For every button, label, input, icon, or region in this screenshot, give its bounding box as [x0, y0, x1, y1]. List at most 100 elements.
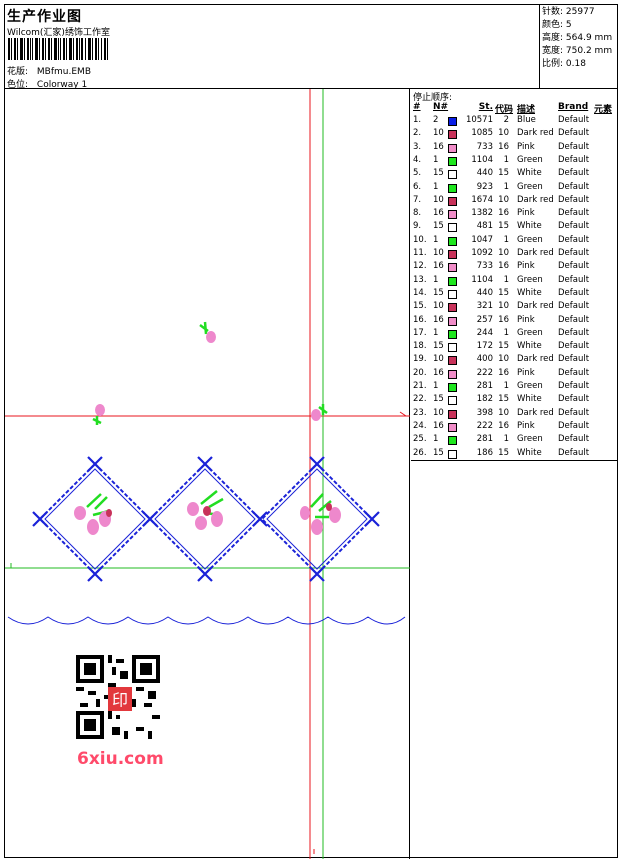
row-code: 16: [498, 261, 509, 272]
color-swatch: [448, 409, 457, 419]
color-swatch: [448, 449, 457, 459]
row-code: 1: [503, 381, 509, 391]
row-index: 18.: [413, 341, 427, 352]
row-stitches: 186: [476, 447, 493, 458]
row-code: 1: [503, 154, 509, 165]
color-swatch: [448, 369, 457, 379]
row-needle: 15: [433, 341, 444, 352]
table-row: 15. 10 321 10 Dark red Default: [411, 301, 617, 314]
row-brand: Default: [558, 314, 590, 325]
row-brand: Default: [558, 115, 590, 125]
row-code: 10: [498, 194, 509, 205]
table-row: 4. 1 1104 1 Green Default: [411, 155, 617, 168]
row-brand: Default: [558, 181, 590, 192]
row-description: Pink: [517, 208, 535, 219]
row-description: Dark red: [517, 301, 554, 312]
row-needle: 1: [433, 181, 439, 192]
table-row: 1. 2 10571 2 Blue Default: [411, 115, 617, 128]
color-swatch: [448, 143, 457, 153]
row-needle: 15: [433, 394, 444, 405]
row-code: 16: [498, 314, 509, 325]
row-needle: 10: [433, 248, 444, 258]
row-brand: Default: [558, 154, 590, 165]
col-element: 元素: [594, 105, 613, 115]
row-code: 16: [498, 141, 509, 152]
row-index: 17.: [413, 327, 427, 338]
color-swatch: [448, 170, 457, 180]
strawberry-cluster-1: [74, 493, 112, 535]
row-brand: Default: [558, 327, 590, 338]
stat-stitches: 针数: 25977: [542, 7, 595, 17]
row-code: 15: [498, 287, 509, 298]
row-brand: Default: [558, 447, 590, 458]
stat-colors: 颜色: 5: [542, 20, 572, 30]
row-brand: Default: [558, 287, 590, 298]
table-row: 26. 15 186 15 White Default: [411, 448, 617, 461]
row-stitches: 1104: [471, 154, 493, 165]
col-index: #: [413, 102, 421, 112]
row-index: 11.: [413, 248, 427, 258]
row-needle: 15: [433, 287, 444, 298]
chain-diamond-1: [38, 462, 152, 576]
row-code: 15: [498, 394, 509, 405]
row-index: 14.: [413, 287, 427, 298]
row-stitches: 244: [476, 327, 493, 338]
row-stitches: 1092: [471, 248, 493, 258]
row-index: 16.: [413, 314, 427, 325]
row-description: Green: [517, 327, 543, 338]
col-needle: N#: [433, 102, 449, 112]
table-row: 23. 10 398 10 Dark red Default: [411, 408, 617, 421]
row-brand: Default: [558, 128, 590, 139]
table-row: 6. 1 923 1 Green Default: [411, 182, 617, 195]
table-row: 5. 15 440 15 White Default: [411, 168, 617, 181]
row-code: 15: [498, 168, 509, 179]
row-needle: 1: [433, 234, 439, 245]
color-swatch: [448, 289, 457, 299]
row-stitches: 1382: [471, 208, 493, 219]
color-swatch: [448, 383, 457, 392]
row-needle: 10: [433, 128, 444, 139]
row-needle: 10: [433, 194, 444, 205]
row-brand: Default: [558, 341, 590, 352]
row-description: Green: [517, 234, 543, 245]
table-row: 25. 1 281 1 Green Default: [411, 434, 617, 447]
row-index: 10.: [413, 234, 427, 245]
row-needle: 1: [433, 274, 439, 285]
row-stitches: 10571: [465, 115, 493, 125]
color-swatch: [448, 303, 457, 313]
row-needle: 1: [433, 434, 439, 445]
table-row: 12. 16 733 16 Pink Default: [411, 261, 617, 274]
small-strawberry-1: [199, 321, 216, 343]
row-description: Pink: [517, 420, 535, 431]
row-code: 1: [503, 234, 509, 245]
embroidery-preview: [5, 89, 410, 859]
row-index: 6.: [413, 181, 422, 192]
color-swatch: [448, 236, 457, 246]
sheet-header: 生产作业图 Wilcom(汇家)绣饰工作室 花版: MBfmu.EMB 色位:: [5, 5, 617, 90]
table-row: 21. 1 281 1 Green Default: [411, 381, 617, 394]
row-stitches: 400: [476, 354, 493, 365]
color-swatch: [448, 130, 457, 140]
row-description: Pink: [517, 261, 535, 272]
row-code: 1: [503, 434, 509, 445]
row-description: White: [517, 168, 542, 179]
table-row: 22. 15 182 15 White Default: [411, 394, 617, 407]
col-description: 描述: [517, 105, 536, 115]
stat-height: 高度: 564.9 mm: [542, 33, 613, 43]
color-swatch: [448, 183, 457, 193]
row-description: Green: [517, 274, 543, 285]
row-index: 24.: [413, 420, 427, 431]
row-stitches: 1047: [471, 234, 493, 245]
row-description: Pink: [517, 314, 535, 325]
color-swatch: [448, 343, 457, 353]
small-strawberry-3: [311, 404, 328, 421]
row-needle: 15: [433, 221, 444, 232]
stat-scale: 比例: 0.18: [542, 59, 586, 69]
row-stitches: 222: [476, 420, 493, 431]
color-swatch: [448, 422, 457, 432]
col-brand: Brand: [558, 102, 589, 112]
row-code: 16: [498, 420, 509, 431]
row-description: White: [517, 447, 542, 458]
row-description: White: [517, 221, 542, 232]
row-code: 1: [503, 181, 509, 192]
